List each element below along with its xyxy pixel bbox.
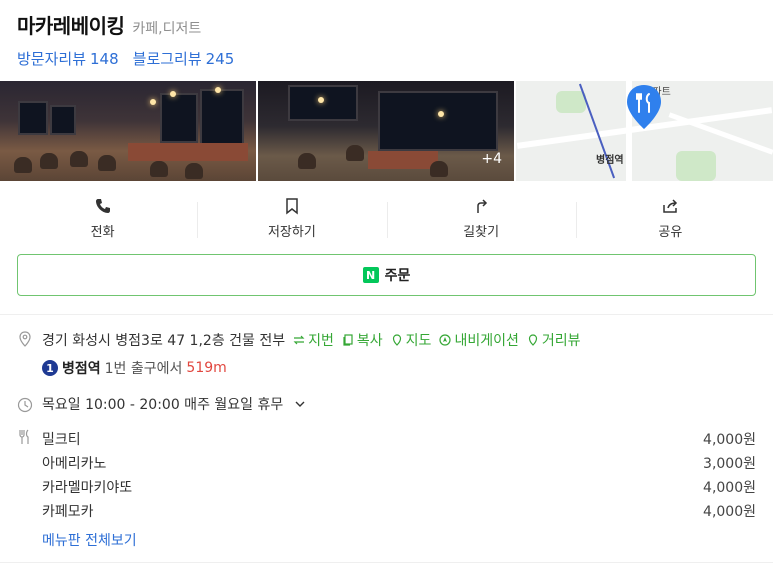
window-shape [200,89,244,147]
view-all-menu-link[interactable]: 메뉴판 전체보기 [42,530,756,550]
light-dot [438,111,444,117]
save-button[interactable]: 저장하기 [197,192,386,244]
hours-text: 목요일 10:00 - 20:00 매주 월요일 휴무 [42,397,284,413]
menu-item: 카라멜마키야또 4,000원 [42,480,756,496]
navigation-icon [439,334,452,346]
map-link[interactable]: 지도 [391,330,431,350]
place-name: 마카레베이킹 [17,14,125,38]
chevron-down-icon [295,401,305,407]
visitor-review-link[interactable]: 방문자리뷰 148 [17,48,119,69]
chair-shape [98,155,116,171]
table-shape [368,151,438,169]
bookmark-icon [286,197,298,215]
menu-item: 밀크티 4,000원 [42,432,756,448]
more-photos-badge[interactable]: +4 [481,151,502,167]
share-icon [663,198,678,213]
interior-photo-2[interactable]: +4 [258,81,514,181]
menu-section: 밀크티 4,000원 아메리카노 3,000원 카라멜마키야또 4,000원 카… [17,428,756,550]
chair-shape [346,145,364,161]
streetview-link[interactable]: 거리뷰 [527,330,580,350]
map-label-station: 병점역 [596,155,624,166]
address-text: 경기 화성시 병점3로 47 1,2층 건물 전부 [42,333,286,349]
chair-shape [150,161,168,177]
map-pin-icon [627,85,661,129]
chair-shape [40,153,58,169]
copy-link[interactable]: 복사 [342,330,383,350]
window-shape [378,91,498,151]
place-header: 마카레베이킹 카페,디저트 방문자리뷰 148 블로그리뷰 245 [17,10,773,69]
address-row: 경기 화성시 병점3로 47 1,2층 건물 전부 지번 복사 지도 내비게이션… [17,330,756,350]
station-distance: 519m [186,360,227,376]
copy-icon [343,334,353,346]
window-shape [18,101,48,135]
fork-knife-icon [19,429,29,444]
menu-item: 아메리카노 3,000원 [42,456,756,472]
map-thumbnail[interactable]: 이아파트 병점역 [516,81,773,181]
photo-strip: +4 이아파트 병점역 [0,81,773,181]
clock-icon [17,397,33,412]
bottom-divider [0,562,773,563]
station-name: 병점역 [62,361,101,377]
menu-list: 밀크티 4,000원 아메리카노 3,000원 카라멜마키야또 4,000원 카… [42,428,756,550]
light-dot [150,99,156,105]
review-links: 방문자리뷰 148 블로그리뷰 245 [17,48,773,69]
place-info: 경기 화성시 병점3로 47 1,2층 건물 전부 지번 복사 지도 내비게이션… [17,330,756,550]
counter-shape [128,143,248,161]
station-exit: 1번 출구에서 [104,361,183,377]
order-button[interactable]: N 주문 [17,254,756,296]
map-park [676,151,716,181]
subway-row: 1 병점역 1번 출구에서 519m [42,358,756,378]
window-shape [160,93,198,143]
window-shape [50,105,76,135]
window-shape [288,85,358,121]
directions-icon [477,198,488,213]
navigation-link[interactable]: 내비게이션 [439,330,519,350]
light-dot [170,91,176,97]
location-pin-icon [19,331,31,347]
chair-shape [14,157,32,173]
light-dot [215,87,221,93]
order-label: 주문 [384,268,411,284]
subway-line-badge: 1 [42,360,58,376]
share-button[interactable]: 공유 [575,192,765,244]
chair-shape [298,153,316,169]
streetview-icon [528,334,537,346]
place-category: 카페,디저트 [132,21,202,37]
light-dot [318,97,324,103]
hours-row[interactable]: 목요일 10:00 - 20:00 매주 월요일 휴무 [17,394,756,414]
interior-photo-1[interactable] [0,81,256,181]
jibun-link[interactable]: 지번 [293,330,334,350]
swap-icon [293,335,305,345]
chair-shape [185,163,203,179]
map-pin-small-icon [392,334,401,346]
blog-review-link[interactable]: 블로그리뷰 245 [133,48,235,69]
map-park [556,91,586,113]
action-bar: 전화 저장하기 길찾기 공유 [8,192,765,244]
chair-shape [70,151,88,167]
chair-shape [430,161,448,177]
section-divider [0,314,773,315]
directions-button[interactable]: 길찾기 [386,192,576,244]
menu-item: 카페모카 4,000원 [42,504,756,520]
phone-icon [95,198,110,213]
naver-n-icon: N [362,267,379,283]
call-button[interactable]: 전화 [8,192,197,244]
